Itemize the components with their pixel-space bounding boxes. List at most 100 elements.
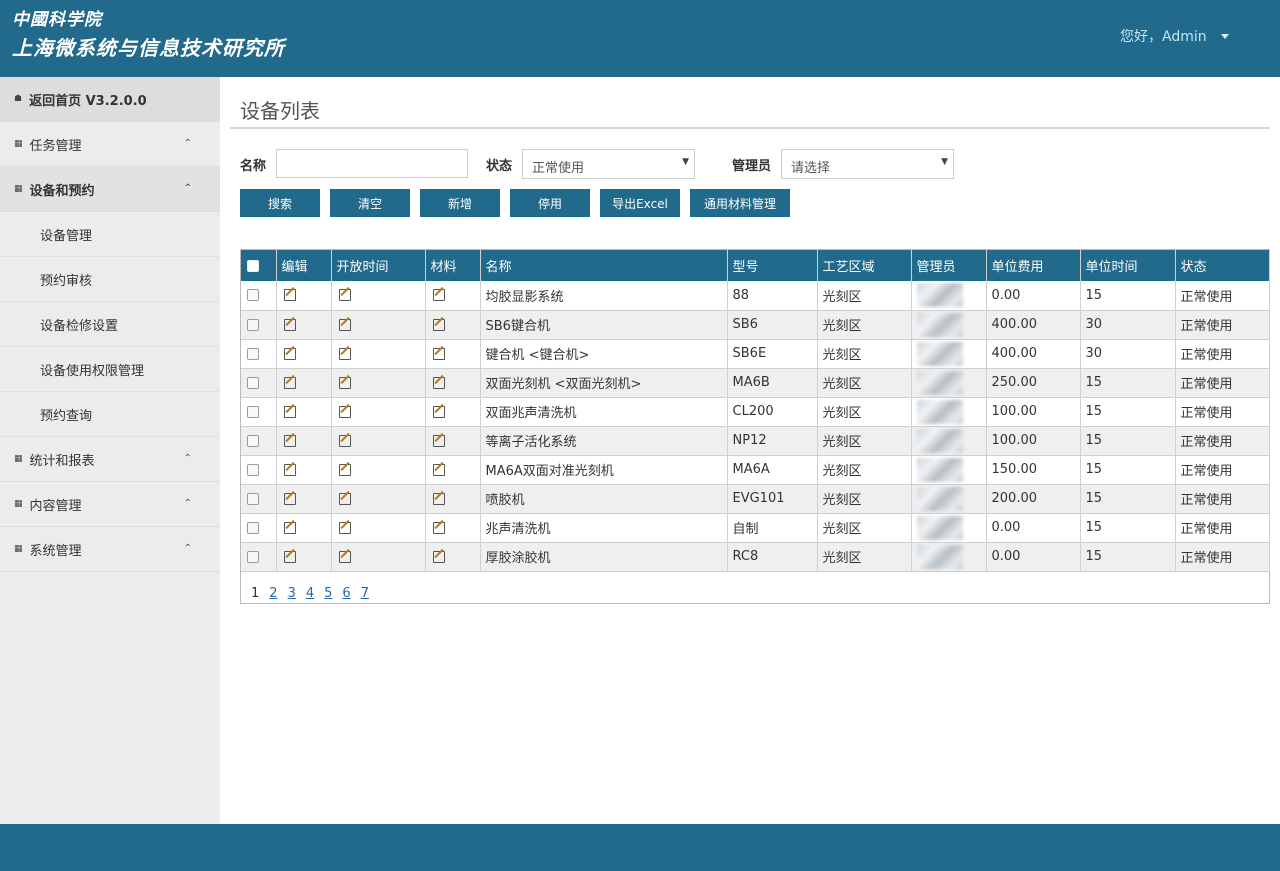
row-checkbox[interactable] <box>247 492 259 505</box>
column-header: 状态 <box>1175 250 1270 281</box>
edit-materials-icon[interactable] <box>432 521 445 534</box>
row-checkbox[interactable] <box>247 318 259 331</box>
edit-materials-icon[interactable] <box>432 347 445 360</box>
page-title: 设备列表 <box>240 99 320 123</box>
edit-icon[interactable] <box>283 434 296 447</box>
chevron-up-icon: ⌃ <box>183 543 192 554</box>
table-row[interactable]: 双面兆声清洗机 CL200 光刻区 100.00 15 正常使用 <box>241 397 1270 427</box>
edit-materials-icon[interactable] <box>432 289 445 302</box>
manager-select[interactable]: 请选择 ▼ <box>781 149 954 179</box>
table-row[interactable]: 等离子活化系统 NP12 光刻区 100.00 15 正常使用 <box>241 426 1270 456</box>
row-checkbox[interactable] <box>247 376 259 389</box>
equipment-name: 厚胶涂胶机 <box>480 542 728 572</box>
page-link[interactable]: 5 <box>324 586 332 601</box>
table-row[interactable]: 均胶显影系统 88 光刻区 0.00 15 正常使用 <box>241 281 1270 311</box>
row-checkbox[interactable] <box>247 463 259 476</box>
disable-button[interactable]: 停用 <box>510 189 590 217</box>
edit-open-time-icon[interactable] <box>338 434 351 447</box>
equipment-model: NP12 <box>727 426 818 456</box>
institute-logo[interactable]: 中國科学院 上海微系统与信息技术研究所 <box>12 8 285 64</box>
edit-icon[interactable] <box>283 463 296 476</box>
sidebar-home-link[interactable]: ☗ 返回首页 V3.2.0.0 <box>0 77 220 122</box>
sidebar-item-system[interactable]: ▦ 系统管理 ⌃ <box>0 527 220 572</box>
row-checkbox[interactable] <box>247 434 259 447</box>
page-link[interactable]: 3 <box>288 586 296 601</box>
edit-materials-icon[interactable] <box>432 492 445 505</box>
page-link[interactable]: 6 <box>342 586 350 601</box>
redacted-manager <box>916 515 963 540</box>
edit-icon[interactable] <box>283 492 296 505</box>
edit-icon[interactable] <box>283 521 296 534</box>
edit-icon[interactable] <box>283 550 296 563</box>
sidebar-item-label: 任务管理 <box>29 138 82 154</box>
row-checkbox[interactable] <box>247 347 259 360</box>
sidebar-item-statistics[interactable]: ▦ 统计和报表 ⌃ <box>0 437 220 482</box>
edit-open-time-icon[interactable] <box>338 492 351 505</box>
edit-open-time-icon[interactable] <box>338 318 351 331</box>
edit-open-time-icon[interactable] <box>338 463 351 476</box>
edit-materials-icon[interactable] <box>432 318 445 331</box>
edit-open-time-icon[interactable] <box>338 289 351 302</box>
edit-cell <box>276 426 332 456</box>
select-all-checkbox[interactable] <box>247 259 259 272</box>
status-select[interactable]: 正常使用 ▼ <box>522 149 695 179</box>
edit-materials-icon[interactable] <box>432 550 445 563</box>
table-row[interactable]: SB6键合机 SB6 光刻区 400.00 30 正常使用 <box>241 310 1270 340</box>
sidebar-item-equipment-booking[interactable]: ▦ 设备和预约 ⌃ <box>0 167 220 212</box>
edit-materials-icon[interactable] <box>432 463 445 476</box>
table-row[interactable]: 喷胶机 EVG101 光刻区 200.00 15 正常使用 <box>241 484 1270 514</box>
edit-open-time-icon[interactable] <box>338 405 351 418</box>
redacted-manager <box>916 312 963 337</box>
column-header: 单位费用 <box>986 250 1081 281</box>
page-link[interactable]: 4 <box>306 586 314 601</box>
unit-fee: 200.00 <box>986 484 1081 514</box>
table-row[interactable]: 兆声清洗机 自制 光刻区 0.00 15 正常使用 <box>241 513 1270 543</box>
table-row[interactable]: 厚胶涂胶机 RC8 光刻区 0.00 15 正常使用 <box>241 542 1270 572</box>
sidebar-item-task-management[interactable]: ▦ 任务管理 ⌃ <box>0 122 220 167</box>
sidebar-subitem-booking-review[interactable]: 预约审核 <box>0 257 220 302</box>
edit-materials-icon[interactable] <box>432 405 445 418</box>
edit-icon[interactable] <box>283 318 296 331</box>
table-row[interactable]: 键合机 <键合机> SB6E 光刻区 400.00 30 正常使用 <box>241 339 1270 369</box>
equipment-name: 键合机 <键合机> <box>480 339 728 369</box>
edit-icon[interactable] <box>283 289 296 302</box>
dropdown-arrow-icon: ▼ <box>682 157 689 167</box>
name-input[interactable] <box>276 149 468 178</box>
edit-open-time-icon[interactable] <box>338 550 351 563</box>
edit-materials-icon[interactable] <box>432 434 445 447</box>
edit-open-time-icon[interactable] <box>338 521 351 534</box>
equipment-status: 正常使用 <box>1175 513 1270 543</box>
sidebar-subitem-usage-permission[interactable]: 设备使用权限管理 <box>0 347 220 392</box>
row-checkbox[interactable] <box>247 405 259 418</box>
user-menu[interactable]: 您好，Admin <box>1120 26 1280 46</box>
edit-icon[interactable] <box>283 405 296 418</box>
row-checkbox[interactable] <box>247 521 259 534</box>
row-checkbox[interactable] <box>247 289 259 302</box>
table-row[interactable]: 双面光刻机 <双面光刻机> MA6B 光刻区 250.00 15 正常使用 <box>241 368 1270 398</box>
page-link[interactable]: 2 <box>269 586 277 601</box>
search-button[interactable]: 搜索 <box>240 189 320 217</box>
edit-open-time-icon[interactable] <box>338 347 351 360</box>
page-link[interactable]: 7 <box>361 586 369 601</box>
edit-open-time-icon[interactable] <box>338 376 351 389</box>
sidebar-subitem-equipment-management[interactable]: 设备管理 <box>0 212 220 257</box>
clear-button[interactable]: 清空 <box>330 189 410 217</box>
manager-cell <box>911 426 987 456</box>
add-button[interactable]: 新增 <box>420 189 500 217</box>
redacted-manager <box>916 544 963 569</box>
manager-label: 管理员 <box>732 159 772 174</box>
sidebar: ☗ 返回首页 V3.2.0.0 ▦ 任务管理 ⌃ ▦ 设备和预约 ⌃ 设备管理 … <box>0 77 220 824</box>
sidebar-subitem-booking-query[interactable]: 预约查询 <box>0 392 220 437</box>
column-header: 管理员 <box>911 250 987 281</box>
materials-management-button[interactable]: 通用材料管理 <box>690 189 790 217</box>
edit-icon[interactable] <box>283 376 296 389</box>
row-checkbox[interactable] <box>247 550 259 563</box>
edit-icon[interactable] <box>283 347 296 360</box>
export-excel-button[interactable]: 导出Excel <box>600 189 680 217</box>
sidebar-item-label: 系统管理 <box>29 543 82 559</box>
table-row[interactable]: MA6A双面对准光刻机 MA6A 光刻区 150.00 15 正常使用 <box>241 455 1270 485</box>
open-time-cell <box>331 426 426 456</box>
sidebar-item-content[interactable]: ▦ 内容管理 ⌃ <box>0 482 220 527</box>
sidebar-subitem-maintenance-settings[interactable]: 设备检修设置 <box>0 302 220 347</box>
edit-materials-icon[interactable] <box>432 376 445 389</box>
